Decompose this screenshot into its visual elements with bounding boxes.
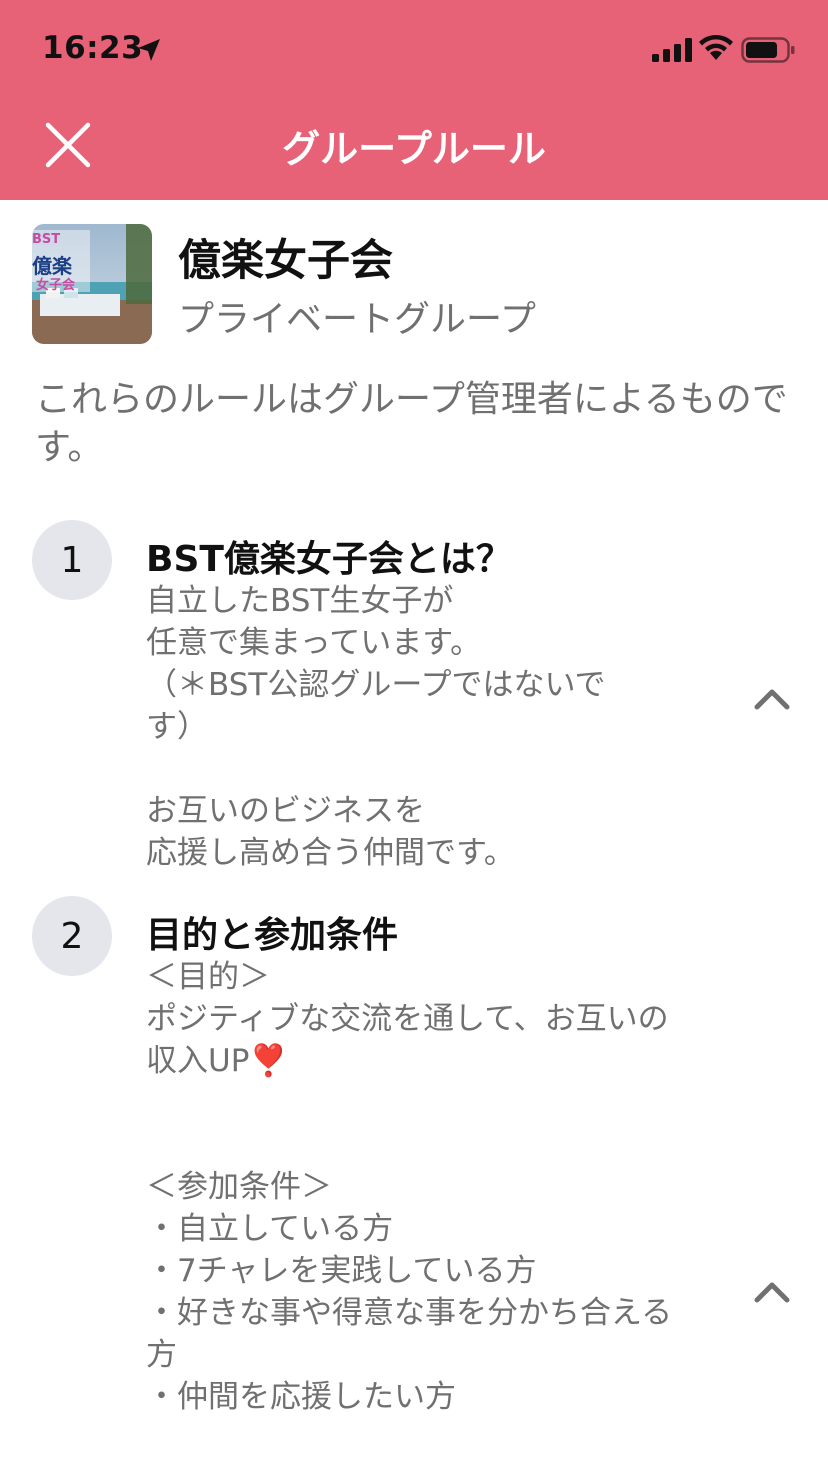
rule-line: 収入UP❣️ [146, 1043, 288, 1079]
rule-line: 方 [146, 1337, 177, 1373]
collapse-chevron-up-icon[interactable] [753, 687, 791, 711]
rule-line-blank [146, 748, 726, 790]
rule-line: 任意で集まっています。 [146, 625, 482, 661]
rule-line: ＜参加条件＞ [146, 1169, 332, 1205]
rule-line: ・仲間を応援したい方 [146, 1379, 456, 1415]
cellular-signal-icon [652, 38, 692, 62]
rule-line: （＊BST公認グループではないで [146, 667, 606, 703]
rule-line-blank [146, 1082, 726, 1124]
rule-line: お互いのビジネスを [146, 793, 425, 829]
rules-intro: これらのルールはグループ管理者によるものです。 [35, 379, 788, 468]
rule-line: す） [146, 709, 208, 745]
rule-number-badge: 2 [32, 896, 112, 976]
rule-body: 自立したBST生女子が 任意で集まっています。 （＊BST公認グループではないで… [146, 580, 726, 874]
rule-line: 自立したBST生女子が [146, 583, 454, 619]
group-thumbnail[interactable]: BST 億楽 女子会 [32, 224, 152, 344]
group-name: 億楽女子会 [178, 236, 393, 286]
wifi-icon [699, 34, 733, 60]
rule-title[interactable]: BST億楽女子会とは？ [146, 530, 512, 582]
rule-title[interactable]: 目的と参加条件 [146, 906, 398, 958]
collapse-chevron-up-icon[interactable] [753, 1280, 791, 1304]
rule-line: ・自立している方 [146, 1211, 394, 1247]
rule-line: ＜目的＞ [146, 959, 270, 995]
rule-body: ＜目的＞ ポジティブな交流を通して、お互いの 収入UP❣️ ＜参加条件＞ ・自立… [146, 956, 726, 1418]
status-time: 16:23 [42, 30, 144, 66]
group-type: プライベートグループ [178, 299, 536, 340]
thumbnail-text-bottom: 女子会 [36, 278, 76, 293]
rule-line-blank [146, 1124, 726, 1166]
rule-number-badge: 1 [32, 520, 112, 600]
rule-line: ・好きな事や得意な事を分かち合える [146, 1295, 673, 1331]
thumbnail-text-top: BST [32, 232, 61, 247]
rule-line: ポジティブな交流を通して、お互いの [146, 1001, 669, 1037]
location-arrow-icon [138, 39, 160, 61]
page-title: グループルール [282, 127, 546, 171]
rule-line: ・7チャレを実践している方 [146, 1253, 537, 1289]
battery-icon [741, 37, 795, 63]
top-bar: 16:23 グループルール [0, 0, 828, 200]
rule-line: 応援し高め合う仲間です。 [146, 835, 515, 871]
